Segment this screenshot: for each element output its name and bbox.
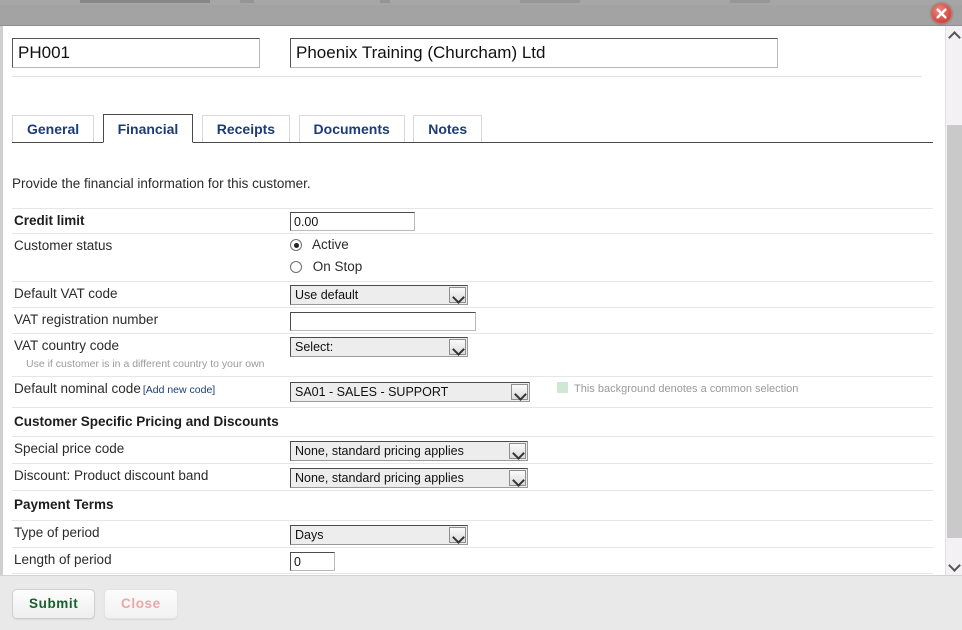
default-nominal-code-select[interactable]: SA01 - SALES - SUPPORT — [290, 382, 530, 402]
add-new-code-link[interactable]: [Add new code] — [143, 384, 215, 396]
intro-text: Provide the financial information for th… — [12, 176, 311, 191]
vat-registration-number-label: VAT registration number — [14, 312, 159, 327]
default-vat-code-select[interactable]: Use default — [290, 285, 468, 305]
vat-country-code-control: Select: — [290, 337, 468, 362]
default-nominal-code-label-text: Default nominal code — [14, 381, 141, 396]
default-nominal-code-control: SA01 - SALES - SUPPORT — [290, 382, 530, 407]
section-pricing-header: Customer Specific Pricing and Discounts — [12, 407, 933, 436]
row-credit-limit: Credit limit — [12, 208, 933, 233]
tab-financial[interactable]: Financial — [102, 114, 194, 143]
vertical-scrollbar[interactable] — [945, 26, 962, 575]
credit-limit-control — [290, 212, 415, 231]
vat-registration-number-input[interactable] — [290, 312, 476, 331]
row-length-of-period: Length of period — [12, 547, 933, 574]
product-discount-band-label: Discount: Product discount band — [14, 468, 209, 483]
product-discount-band-value: None, standard pricing applies — [295, 471, 464, 485]
common-selection-legend-text: This background denotes a common selecti… — [574, 383, 799, 395]
product-discount-band-select[interactable]: None, standard pricing applies — [290, 468, 528, 488]
special-price-code-select[interactable]: None, standard pricing applies — [290, 441, 528, 461]
row-product-discount-band: Discount: Product discount band None, st… — [12, 463, 933, 490]
chevron-down-icon[interactable] — [449, 339, 466, 355]
customer-code-field[interactable]: PH001 — [12, 38, 260, 68]
customer-status-radio-group: Active On Stop — [290, 235, 362, 279]
window-content: PH001 Phoenix Training (Churcham) Ltd Ge… — [0, 26, 945, 575]
credit-limit-input[interactable] — [290, 212, 415, 231]
scrollbar-thumb[interactable] — [947, 125, 962, 538]
vat-country-code-hint: Use if customer is in a different countr… — [26, 358, 265, 370]
tab-notes[interactable]: Notes — [413, 115, 483, 143]
chevron-down-icon[interactable] — [509, 443, 526, 459]
tab-documents[interactable]: Documents — [298, 115, 405, 143]
close-button[interactable]: Close — [104, 589, 178, 619]
vat-country-code-select[interactable]: Select: — [290, 337, 468, 357]
customer-name-field[interactable]: Phoenix Training (Churcham) Ltd — [290, 38, 778, 68]
length-of-period-control — [290, 552, 335, 571]
customer-financial-window: PH001 Phoenix Training (Churcham) Ltd Ge… — [0, 0, 962, 630]
special-price-code-label: Special price code — [14, 441, 125, 456]
common-selection-swatch — [557, 382, 568, 393]
vat-country-code-label: VAT country code — [14, 338, 120, 353]
vat-country-code-value: Select: — [295, 340, 334, 354]
window-title-band — [0, 5, 962, 26]
row-type-of-period: Type of period Days — [12, 520, 933, 547]
payment-section-title: Payment Terms — [14, 497, 114, 512]
radio-active-label: Active — [312, 237, 349, 252]
default-vat-code-label: Default VAT code — [14, 286, 118, 301]
row-default-vat-code: Default VAT code Use default — [12, 281, 933, 307]
chevron-down-icon[interactable] — [511, 384, 528, 400]
customer-status-label: Customer status — [14, 238, 113, 253]
length-of-period-label: Length of period — [14, 552, 112, 567]
default-nominal-code-value: SA01 - SALES - SUPPORT — [295, 385, 449, 399]
row-customer-status: Customer status Active On Stop — [12, 233, 933, 281]
type-of-period-label: Type of period — [14, 525, 100, 540]
customer-header: PH001 Phoenix Training (Churcham) Ltd — [12, 38, 922, 70]
tab-receipts[interactable]: Receipts — [201, 115, 291, 143]
chevron-down-icon[interactable] — [449, 527, 466, 543]
radio-on-stop-label: On Stop — [312, 259, 363, 274]
row-default-nominal-code: Default nominal code [Add new code] SA01 … — [12, 376, 933, 407]
row-special-price-code: Special price code None, standard pricin… — [12, 436, 933, 463]
scroll-up-arrow-icon[interactable] — [946, 28, 962, 45]
credit-limit-label: Credit limit — [14, 213, 85, 228]
financial-form: Credit limit Customer status Active On S… — [12, 208, 933, 574]
submit-button[interactable]: Submit — [12, 589, 96, 619]
left-edge-rail — [0, 26, 3, 575]
footer-bar: Submit Close — [0, 575, 962, 630]
chevron-down-icon[interactable] — [509, 470, 526, 486]
tab-general[interactable]: General — [12, 115, 95, 143]
special-price-code-value: None, standard pricing applies — [295, 444, 464, 458]
section-payment-header: Payment Terms — [12, 490, 933, 520]
vat-registration-number-control — [290, 312, 476, 331]
row-vat-country-code: VAT country code Use if customer is in a… — [12, 333, 933, 376]
tab-bar: General Financial Receipts Documents Not… — [12, 114, 933, 143]
radio-option-on-stop[interactable]: On Stop — [290, 257, 362, 279]
pricing-section-title: Customer Specific Pricing and Discounts — [14, 414, 279, 429]
header-divider — [12, 76, 922, 77]
row-vat-registration-number: VAT registration number — [12, 307, 933, 333]
default-nominal-code-label: Default nominal code [Add new code] — [14, 381, 215, 396]
scroll-down-arrow-icon[interactable] — [946, 556, 962, 573]
type-of-period-select[interactable]: Days — [290, 525, 468, 545]
chevron-down-icon[interactable] — [449, 287, 466, 303]
radio-active-icon[interactable] — [290, 239, 302, 251]
radio-on-stop-icon[interactable] — [290, 261, 302, 273]
radio-option-active[interactable]: Active — [290, 235, 362, 257]
default-vat-code-value: Use default — [295, 288, 359, 302]
close-circle-icon[interactable] — [931, 3, 952, 24]
common-selection-legend: This background denotes a common selecti… — [557, 382, 798, 395]
length-of-period-input[interactable] — [290, 552, 335, 571]
type-of-period-value: Days — [295, 528, 324, 542]
